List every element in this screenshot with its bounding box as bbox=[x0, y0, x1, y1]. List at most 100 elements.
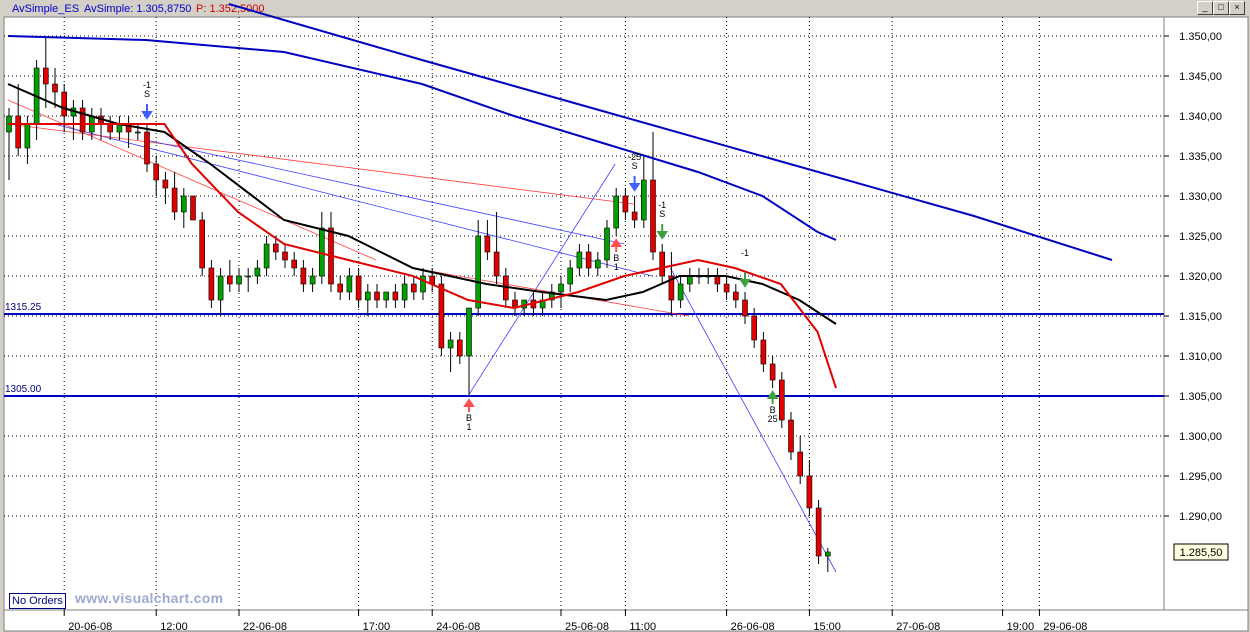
x-tick-label: 22-06-08 bbox=[243, 621, 287, 632]
y-tick-label: 1.340,00 bbox=[1179, 111, 1222, 123]
candle-body bbox=[797, 451, 804, 477]
candle-body bbox=[42, 67, 49, 85]
candle-body bbox=[208, 267, 215, 301]
candle-body bbox=[263, 243, 270, 269]
signal-text: S bbox=[144, 89, 150, 99]
candle-body bbox=[300, 267, 307, 285]
candle-body bbox=[677, 283, 684, 301]
candle-body bbox=[815, 507, 822, 557]
x-tick-label: 12:00 bbox=[160, 621, 188, 632]
candle-body bbox=[171, 187, 178, 213]
y-tick-label: 1.305,00 bbox=[1179, 391, 1222, 403]
candle-body bbox=[622, 195, 629, 213]
x-tick-label: 11:00 bbox=[629, 621, 656, 632]
y-tick-label: 1.330,00 bbox=[1179, 191, 1222, 203]
candle-body bbox=[714, 275, 721, 285]
candle-body bbox=[824, 551, 831, 557]
candle-body bbox=[760, 339, 767, 365]
candle-body bbox=[181, 195, 187, 213]
candle-body bbox=[420, 275, 426, 293]
candle-body bbox=[558, 283, 564, 293]
signal-text: 1 bbox=[614, 262, 619, 272]
candle-body bbox=[346, 275, 353, 293]
watermark-text: www.visualchart.com bbox=[75, 590, 224, 606]
signal-text: S bbox=[659, 209, 665, 219]
candle-body bbox=[364, 291, 371, 301]
candle-body bbox=[447, 339, 454, 349]
candle-body bbox=[374, 291, 380, 301]
y-tick-label: 1.335,00 bbox=[1179, 151, 1222, 163]
candle-body bbox=[585, 251, 592, 269]
candle-body bbox=[24, 123, 31, 149]
candle-body bbox=[567, 267, 574, 285]
x-tick-label: 15:00 bbox=[813, 621, 841, 632]
signal-text: 25 bbox=[768, 414, 778, 424]
candle-body bbox=[392, 291, 399, 301]
y-tick-label: 1.315,00 bbox=[1179, 311, 1222, 323]
candle-body bbox=[686, 275, 693, 285]
candle-body bbox=[337, 283, 344, 293]
candle-body bbox=[190, 195, 196, 221]
candle-body bbox=[61, 91, 68, 117]
candle-body bbox=[15, 115, 21, 149]
candle-body bbox=[732, 291, 739, 301]
candle-body bbox=[245, 275, 251, 278]
level-label: 1305.00 bbox=[5, 384, 42, 395]
y-tick-label: 1.300,00 bbox=[1179, 431, 1222, 443]
candle-body bbox=[52, 83, 58, 93]
candle-body bbox=[659, 251, 666, 277]
candle-body bbox=[769, 363, 776, 381]
candle-body bbox=[742, 299, 748, 317]
y-tick-label: 1.345,00 bbox=[1179, 71, 1222, 83]
candle-body bbox=[162, 179, 169, 189]
candle-body bbox=[401, 283, 408, 301]
signal-text: -1 bbox=[741, 248, 749, 258]
x-tick-label: 25-06-08 bbox=[565, 621, 609, 632]
signal-text: S bbox=[632, 161, 638, 171]
title-symbol: AvSimple_ES bbox=[12, 3, 79, 15]
y-tick-label: 1.325,00 bbox=[1179, 231, 1222, 243]
candle-body bbox=[604, 227, 610, 261]
candle-body bbox=[282, 251, 288, 261]
candle-body bbox=[199, 219, 205, 269]
y-tick-label: 1.320,00 bbox=[1179, 271, 1222, 283]
price-chart[interactable]: AvSimple_ES AvSimple: 1.305,8750 P: 1.352,… bbox=[0, 0, 1250, 632]
close-button[interactable]: × bbox=[1229, 1, 1245, 15]
signal-text: 1 bbox=[466, 422, 471, 432]
candle-body bbox=[236, 275, 242, 285]
candle-body bbox=[778, 379, 785, 421]
title-indicator: AvSimple: 1.305,8750 bbox=[84, 3, 191, 15]
candle-body bbox=[309, 275, 316, 285]
candle-body bbox=[355, 275, 362, 301]
candle-body bbox=[383, 291, 390, 301]
candle-body bbox=[493, 251, 500, 277]
candle-body bbox=[613, 195, 620, 229]
candle-body bbox=[594, 259, 601, 269]
candle-body bbox=[456, 339, 463, 357]
last-price-label: 1.285,50 bbox=[1180, 547, 1223, 559]
minimize-button[interactable]: _ bbox=[1197, 1, 1213, 15]
candle-body bbox=[144, 131, 150, 165]
chart-window: AvSimple_ES AvSimple: 1.305,8750 P: 1.352,… bbox=[0, 0, 1250, 632]
y-tick-label: 1.310,00 bbox=[1179, 351, 1222, 363]
candle-body bbox=[79, 107, 86, 133]
maximize-button[interactable]: □ bbox=[1213, 1, 1229, 15]
y-tick-label: 1.290,00 bbox=[1179, 511, 1222, 523]
x-tick-label: 24-06-08 bbox=[436, 621, 480, 632]
candle-body bbox=[227, 275, 233, 285]
candle-body bbox=[272, 243, 279, 253]
x-tick-label: 20-06-08 bbox=[68, 621, 112, 632]
x-tick-label: 19:00 bbox=[1007, 621, 1035, 632]
candle-body bbox=[153, 163, 159, 181]
orders-status-badge[interactable]: No Orders bbox=[9, 593, 66, 609]
level-label: 1315.25 bbox=[5, 302, 42, 313]
candle-body bbox=[650, 179, 656, 253]
candle-body bbox=[466, 307, 472, 357]
x-tick-label: 27-06-08 bbox=[896, 621, 940, 632]
candle-body bbox=[788, 419, 794, 453]
candle-body bbox=[135, 131, 141, 134]
candle-body bbox=[291, 259, 298, 269]
candle-body bbox=[107, 123, 113, 133]
candle-body bbox=[484, 235, 491, 253]
candle-body bbox=[723, 283, 730, 293]
